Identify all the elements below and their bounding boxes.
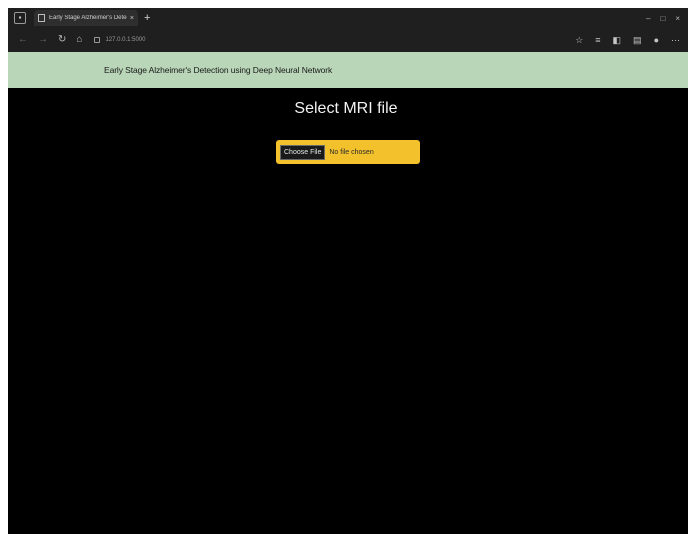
browser-tab[interactable]: Early Stage Alzheimer's Detection u × (34, 10, 138, 26)
browser-window: ▪ Early Stage Alzheimer's Detection u × … (8, 8, 688, 534)
address-text[interactable]: 127.0.0.1:5000 (105, 37, 145, 43)
reading-icon[interactable]: ≡ (595, 35, 600, 45)
close-window-icon[interactable]: × (675, 14, 680, 23)
tab-strip: ▪ Early Stage Alzheimer's Detection u × … (8, 8, 688, 28)
page-heading: Select MRI file (294, 100, 398, 117)
navigation-bar: ← → ↻ ⌂ 127.0.0.1:5000 ☆ ≡ ◧ ▤ ● ⋯ (8, 28, 688, 52)
extensions-icon[interactable]: ◧ (613, 35, 622, 45)
settings-icon[interactable]: ⋯ (671, 35, 680, 45)
back-icon[interactable]: ← (18, 35, 28, 45)
minimize-icon[interactable]: – (646, 14, 650, 23)
maximize-icon[interactable]: □ (660, 14, 665, 23)
window-controls: – □ × (646, 14, 680, 23)
tab-title: Early Stage Alzheimer's Detection u (49, 15, 127, 21)
site-title: Early Stage Alzheimer's Detection using … (104, 65, 333, 75)
tab-close-icon[interactable]: × (130, 15, 134, 22)
favorite-icon[interactable]: ☆ (575, 35, 583, 45)
profile-icon[interactable]: ● (654, 35, 659, 45)
file-input[interactable]: Choose File No file chosen (276, 140, 420, 164)
home-icon[interactable]: ⌂ (76, 35, 82, 45)
choose-file-button[interactable]: Choose File (280, 144, 326, 160)
site-header: Early Stage Alzheimer's Detection using … (8, 52, 688, 88)
collections-icon[interactable]: ▤ (633, 35, 642, 45)
browser-toolbar: ☆ ≡ ◧ ▤ ● ⋯ (575, 35, 680, 45)
forward-icon[interactable]: → (38, 35, 48, 45)
file-status-text: No file chosen (329, 148, 374, 156)
refresh-icon[interactable]: ↻ (58, 35, 66, 45)
new-tab-icon[interactable]: + (144, 12, 150, 24)
site-info-icon[interactable] (94, 37, 101, 43)
address-bar[interactable]: 127.0.0.1:5000 (94, 37, 145, 43)
workspaces-icon[interactable]: ▪ (14, 12, 26, 24)
page-icon (38, 14, 45, 22)
